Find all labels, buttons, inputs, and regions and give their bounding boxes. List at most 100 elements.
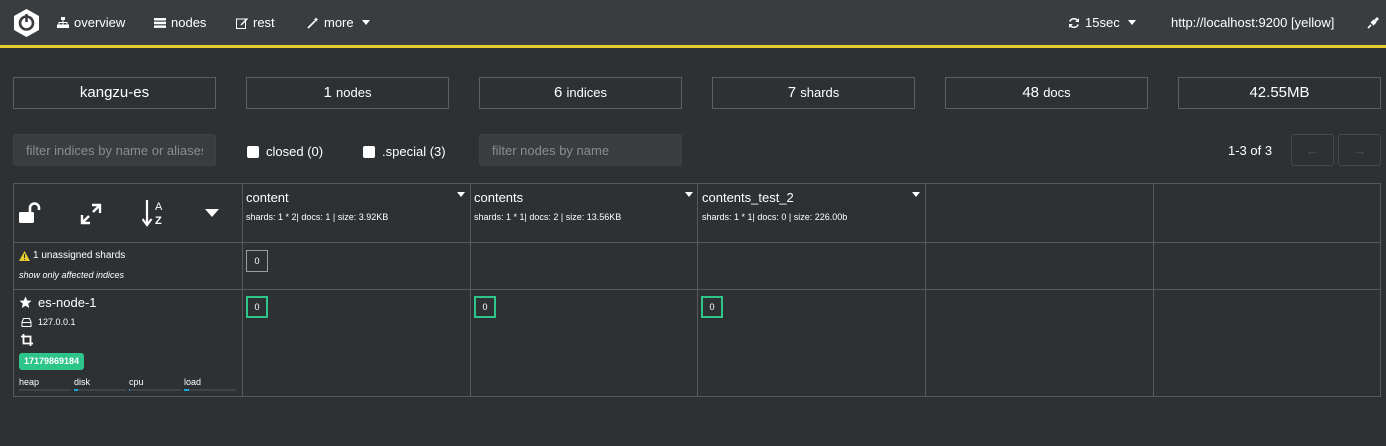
shards-unit: shards — [800, 85, 840, 100]
load-metric: load — [184, 377, 236, 391]
refresh-icon — [1069, 17, 1079, 28]
filter-indices-input[interactable] — [13, 134, 216, 166]
cerebro-logo-icon[interactable] — [12, 8, 41, 38]
node-ip-text: 127.0.0.1 — [38, 317, 76, 327]
metric-label: heap — [19, 377, 40, 387]
nav-rest[interactable]: rest — [236, 15, 275, 30]
svg-text:A: A — [155, 201, 163, 213]
index-header-contents[interactable]: contents shards: 1 * 1| docs: 2 | size: … — [474, 190, 621, 222]
chevron-down-icon[interactable] — [457, 192, 465, 197]
heap-metric: heap — [19, 377, 71, 391]
closed-checkbox[interactable] — [247, 145, 259, 158]
node-ip: 127.0.0.1 — [21, 317, 76, 327]
refresh-interval-dropdown[interactable]: 15sec — [1068, 15, 1136, 30]
special-indices-toggle[interactable]: .special (3) — [363, 144, 446, 159]
edit-icon — [236, 17, 248, 29]
nav-more-dropdown[interactable]: more — [307, 15, 370, 30]
sort-alpha-icon[interactable]: A Z — [142, 198, 168, 228]
refresh-interval-label: 15sec — [1085, 15, 1120, 30]
disk-bar — [74, 389, 126, 391]
svg-text:Z: Z — [155, 215, 162, 227]
closed-indices-toggle[interactable]: closed (0) — [247, 144, 323, 159]
index-meta: shards: 1 * 2| docs: 1 | size: 3.92KB — [246, 212, 389, 222]
heap-bar — [19, 389, 71, 391]
grid-divider — [1153, 184, 1154, 396]
index-name: contents — [474, 190, 524, 205]
grid-divider — [14, 242, 1380, 243]
node-name-text: es-node-1 — [38, 295, 97, 310]
grid-divider — [470, 184, 471, 396]
nav-nodes-label: nodes — [171, 15, 207, 30]
metric-label: disk — [74, 377, 91, 387]
cluster-name-box: kangzu-es — [13, 77, 216, 109]
special-label: .special (3) — [382, 144, 446, 159]
load-bar — [184, 389, 236, 391]
chevron-down-icon — [361, 20, 370, 25]
load-bar-fill — [184, 389, 190, 391]
node-shard-contents[interactable]: 0 — [474, 296, 496, 318]
arrow-left-icon: ← — [1305, 142, 1320, 158]
unassigned-shards-label: 1 unassigned shards — [19, 250, 125, 261]
sitemap-icon — [57, 17, 69, 28]
special-checkbox[interactable] — [363, 145, 375, 158]
unassigned-shard[interactable]: 0 — [246, 250, 268, 272]
disk-bar-fill — [74, 389, 79, 391]
index-name: content — [246, 190, 289, 205]
shards-count: 7 — [787, 84, 797, 101]
cluster-name: kangzu-es — [79, 84, 150, 101]
docs-count-box: 48 docs — [945, 77, 1148, 109]
plug-icon — [1367, 17, 1379, 29]
grid-divider — [242, 184, 243, 396]
magic-wand-icon — [307, 16, 319, 29]
nav-nodes[interactable]: nodes — [154, 15, 206, 30]
nav-overview-label: overview — [74, 15, 126, 30]
index-header-contents-test-2[interactable]: contents_test_2 shards: 1 * 1| docs: 0 |… — [702, 190, 847, 222]
node-heap-badge: 17179869184 — [19, 353, 85, 370]
expand-icon[interactable] — [80, 203, 102, 225]
next-page-button[interactable]: → — [1338, 134, 1381, 166]
indices-count: 6 — [554, 84, 563, 101]
nodes-count-box: 1 nodes — [246, 77, 449, 109]
shards-count-box: 7 shards — [712, 77, 915, 109]
nav-overview[interactable]: overview — [57, 15, 125, 30]
overview-grid: A Z content shards: 1 * 2| docs: 1 | siz… — [13, 183, 1381, 397]
node-shard-content[interactable]: 0 — [246, 296, 268, 318]
docs-count: 48 — [1022, 84, 1040, 101]
pagination-summary: 1-3 of 3 — [1228, 143, 1273, 158]
caret-down-icon[interactable] — [205, 209, 219, 217]
filter-nodes-input[interactable] — [479, 134, 682, 166]
total-size: 42.55MB — [1249, 84, 1310, 101]
node-shard-contents-test-2[interactable]: 0 — [701, 296, 723, 318]
arrow-right-icon: → — [1352, 142, 1367, 158]
size-box: 42.55MB — [1178, 77, 1381, 109]
nodes-count: 1 — [323, 84, 332, 101]
hdd-icon — [21, 317, 32, 327]
cpu-bar — [129, 389, 181, 391]
index-header-content[interactable]: content shards: 1 * 2| docs: 1 | size: 3… — [246, 190, 388, 222]
nav-rest-label: rest — [253, 15, 275, 30]
indices-count-box: 6 indices — [479, 77, 682, 109]
unassigned-count-text: 1 unassigned shards — [33, 250, 126, 261]
indices-unit: indices — [566, 85, 607, 100]
grid-divider — [925, 184, 926, 396]
metric-label: cpu — [129, 377, 144, 387]
index-name: contents_test_2 — [702, 190, 794, 205]
cluster-url[interactable]: http://localhost:9200 [yellow] — [1171, 15, 1334, 30]
chevron-down-icon[interactable] — [912, 192, 920, 197]
warning-icon — [19, 250, 30, 261]
server-icon — [154, 17, 166, 28]
previous-page-button[interactable]: ← — [1291, 134, 1334, 166]
node-name[interactable]: es-node-1 — [19, 295, 97, 310]
disconnect-button[interactable] — [1367, 16, 1380, 29]
index-meta: shards: 1 * 1| docs: 2 | size: 13.56KB — [474, 212, 622, 222]
unlock-icon[interactable] — [18, 201, 42, 225]
metric-label: load — [184, 377, 202, 387]
cpu-metric: cpu — [129, 377, 181, 391]
cluster-url-label: http://localhost:9200 [yellow] — [1171, 15, 1335, 30]
grid-divider — [697, 184, 698, 396]
show-affected-indices-link[interactable]: show only affected indices — [19, 270, 124, 280]
chevron-down-icon[interactable] — [685, 192, 693, 197]
nodes-unit: nodes — [336, 85, 372, 100]
chevron-down-icon — [1127, 20, 1136, 25]
nav-more-label: more — [324, 15, 354, 30]
